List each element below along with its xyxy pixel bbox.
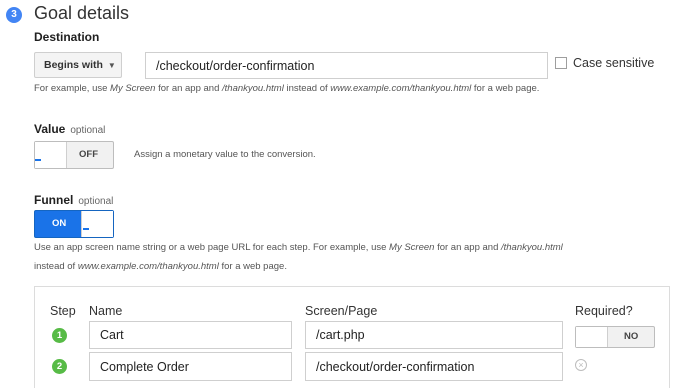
funnel-step-name-input[interactable]: Complete Order xyxy=(89,352,292,381)
funnel-step-page-value: /checkout/order-confirmation xyxy=(316,359,475,374)
toggle-knob xyxy=(81,211,113,237)
match-type-dropdown[interactable]: Begins with ▼ xyxy=(34,52,122,78)
section-title: Goal details xyxy=(34,3,130,23)
toggle-accent xyxy=(83,228,89,230)
funnel-toggle-text: ON xyxy=(52,218,67,229)
funnel-step-page-input[interactable]: /checkout/order-confirmation xyxy=(305,352,563,381)
caret-down-icon: ▼ xyxy=(107,60,116,70)
value-help-text: Assign a monetary value to the conversio… xyxy=(134,149,316,160)
destination-input[interactable]: /checkout/order-confirmation xyxy=(145,52,548,79)
funnel-step-number-badge: 2 xyxy=(52,359,67,374)
funnel-help-line-1: Use an app screen name string or a web p… xyxy=(34,242,563,253)
funnel-optional-label: optional xyxy=(78,196,114,207)
value-label-row: Value optional xyxy=(34,120,105,138)
column-header-step: Step xyxy=(50,304,76,318)
destination-label: Destination xyxy=(34,30,100,44)
column-header-required: Required? xyxy=(575,304,633,318)
case-sensitive-label: Case sensitive xyxy=(573,56,655,70)
value-optional-label: optional xyxy=(70,125,106,136)
value-toggle-text: OFF xyxy=(79,149,98,160)
destination-help-text: For example, use My Screen for an app an… xyxy=(34,83,540,94)
toggle-accent xyxy=(35,159,41,161)
required-toggle[interactable]: NO xyxy=(575,326,655,348)
toggle-knob xyxy=(35,142,67,168)
funnel-label-row: Funnel optional xyxy=(34,191,113,209)
funnel-step-number-badge: 1 xyxy=(52,328,67,343)
match-type-value: Begins with xyxy=(44,59,103,71)
funnel-step-name-input[interactable]: Cart xyxy=(89,321,292,349)
toggle-knob xyxy=(576,327,608,347)
funnel-toggle[interactable]: ON xyxy=(34,210,114,238)
step-number-badge: 3 xyxy=(6,7,22,23)
funnel-step-page-value: /cart.php xyxy=(316,328,365,342)
funnel-help-line-2: instead of www.example.com/thankyou.html… xyxy=(34,261,287,272)
value-label: Value xyxy=(34,122,66,136)
funnel-label: Funnel xyxy=(34,193,74,207)
required-toggle-text: NO xyxy=(624,331,639,342)
clear-circle-icon[interactable]: × xyxy=(575,359,587,371)
funnel-step-name-value: Complete Order xyxy=(100,359,189,374)
funnel-step-page-input[interactable]: /cart.php xyxy=(305,321,563,349)
case-sensitive-checkbox[interactable] xyxy=(555,57,567,69)
value-toggle[interactable]: OFF xyxy=(34,141,114,169)
destination-value: /checkout/order-confirmation xyxy=(156,58,315,73)
funnel-step-name-value: Cart xyxy=(100,328,124,342)
column-header-name: Name xyxy=(89,304,123,318)
column-header-screen-page: Screen/Page xyxy=(305,304,378,318)
